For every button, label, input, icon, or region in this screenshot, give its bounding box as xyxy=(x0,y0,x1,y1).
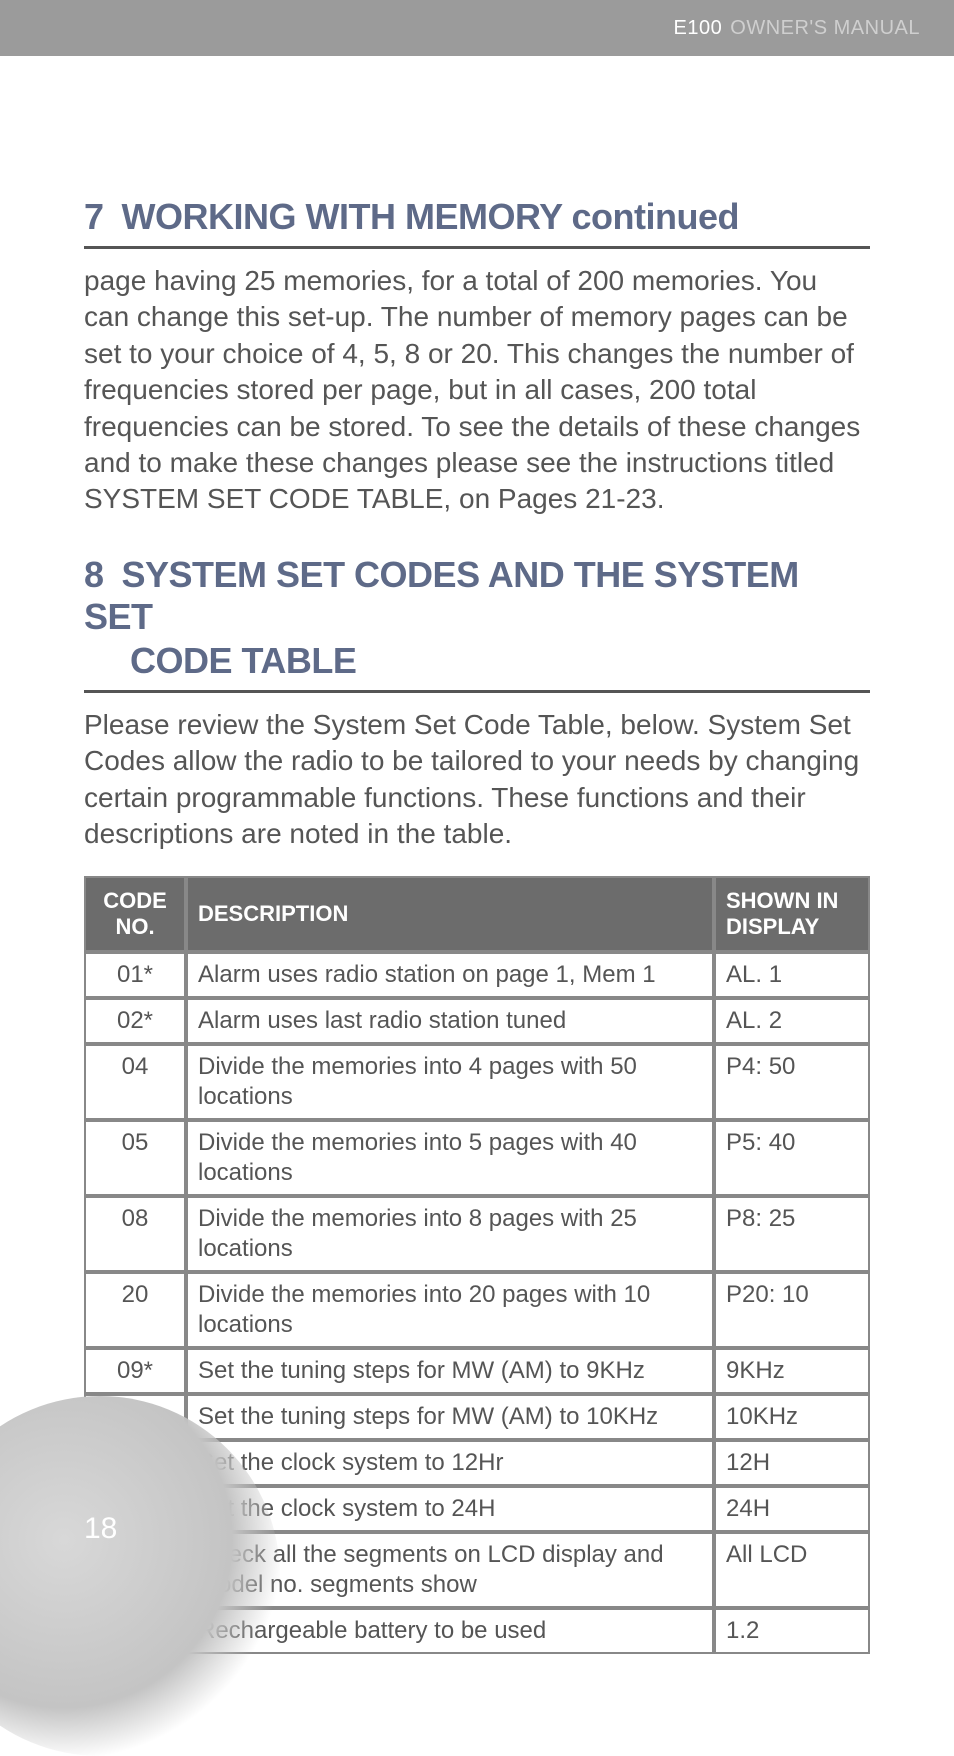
section-8-title-line2: CODE TABLE xyxy=(130,640,870,682)
cell-description: Set the tuning steps for MW (AM) to 9KHz xyxy=(186,1348,714,1394)
cell-shown: 10KHz xyxy=(714,1394,870,1440)
cell-description: Alarm uses radio station on page 1, Mem … xyxy=(186,952,714,998)
cell-description: Set the tuning steps for MW (AM) to 10KH… xyxy=(186,1394,714,1440)
cell-shown: P8: 25 xyxy=(714,1196,870,1272)
cell-code: 02* xyxy=(84,998,186,1044)
col-header-code: CODE NO. xyxy=(84,876,186,952)
manual-label: OWNER'S MANUAL xyxy=(730,17,920,40)
table-row: 02*Alarm uses last radio station tunedAL… xyxy=(84,998,870,1044)
table-row: 04Divide the memories into 4 pages with … xyxy=(84,1044,870,1120)
section-7-heading: 7 WORKING WITH MEMORY continued xyxy=(84,196,870,249)
page-number-area: 18 xyxy=(0,1376,260,1636)
page-number: 18 xyxy=(84,1512,117,1546)
page-number-background xyxy=(0,1396,280,1756)
section-8-title-line1: SYSTEM SET CODES AND THE SYSTEM SET xyxy=(84,554,799,637)
cell-shown: AL. 2 xyxy=(714,998,870,1044)
cell-description: Divide the memories into 8 pages with 25… xyxy=(186,1196,714,1272)
section-7-body: page having 25 memories, for a total of … xyxy=(84,263,870,518)
cell-shown: 9KHz xyxy=(714,1348,870,1394)
cell-code: 05 xyxy=(84,1120,186,1196)
table-row: 08Divide the memories into 8 pages with … xyxy=(84,1196,870,1272)
cell-code: 01* xyxy=(84,952,186,998)
cell-shown: P20: 10 xyxy=(714,1272,870,1348)
product-code: E100 xyxy=(674,17,723,40)
cell-description: Set the clock system to 12Hr xyxy=(186,1440,714,1486)
cell-code: 20 xyxy=(84,1272,186,1348)
cell-shown: P4: 50 xyxy=(714,1044,870,1120)
section-8-number: 8 xyxy=(84,554,112,596)
cell-shown: AL. 1 xyxy=(714,952,870,998)
cell-code: 04 xyxy=(84,1044,186,1120)
cell-shown: 24H xyxy=(714,1486,870,1532)
table-header-row: CODE NO. DESCRIPTION SHOWN IN DISPLAY xyxy=(84,876,870,952)
cell-shown: P5: 40 xyxy=(714,1120,870,1196)
col-header-description: DESCRIPTION xyxy=(186,876,714,952)
cell-description: Divide the memories into 20 pages with 1… xyxy=(186,1272,714,1348)
section-7-number: 7 xyxy=(84,196,112,238)
section-7-title: WORKING WITH MEMORY continued xyxy=(122,196,739,237)
cell-description: Alarm uses last radio station tuned xyxy=(186,998,714,1044)
table-row: 20Divide the memories into 20 pages with… xyxy=(84,1272,870,1348)
cell-description: Divide the memories into 5 pages with 40… xyxy=(186,1120,714,1196)
col-header-shown: SHOWN IN DISPLAY xyxy=(714,876,870,952)
section-8-heading: 8 SYSTEM SET CODES AND THE SYSTEM SET CO… xyxy=(84,554,870,693)
cell-shown: All LCD xyxy=(714,1532,870,1608)
cell-description: Divide the memories into 4 pages with 50… xyxy=(186,1044,714,1120)
cell-shown: 1.2 xyxy=(714,1608,870,1654)
header-bar: E100 OWNER'S MANUAL xyxy=(0,0,954,56)
cell-shown: 12H xyxy=(714,1440,870,1486)
table-row: 05Divide the memories into 5 pages with … xyxy=(84,1120,870,1196)
section-8-body: Please review the System Set Code Table,… xyxy=(84,707,870,853)
table-row: 01*Alarm uses radio station on page 1, M… xyxy=(84,952,870,998)
cell-code: 08 xyxy=(84,1196,186,1272)
